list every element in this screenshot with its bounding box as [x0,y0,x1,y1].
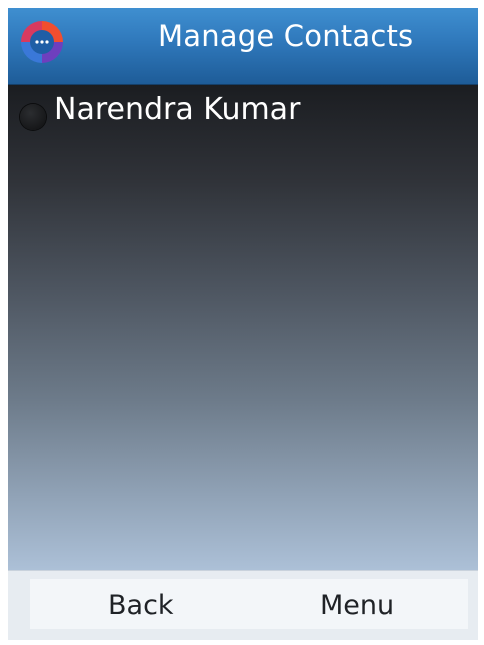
contact-list-item[interactable]: Narendra Kumar [8,85,478,137]
title-bar: Manage Contacts [8,8,478,85]
radio-unselected-icon[interactable] [20,104,46,130]
softkey-panel: Back Menu [30,579,468,629]
app-logo-icon [21,21,63,63]
page-title: Manage Contacts [158,19,414,53]
softkey-bar: Back Menu [8,570,478,640]
contact-name: Narendra Kumar [54,92,301,127]
back-button[interactable]: Back [108,587,174,625]
phone-screen: Manage Contacts Narendra Kumar Back Menu [8,8,478,640]
menu-button[interactable]: Menu [320,587,394,625]
contact-list: Narendra Kumar [8,85,478,570]
